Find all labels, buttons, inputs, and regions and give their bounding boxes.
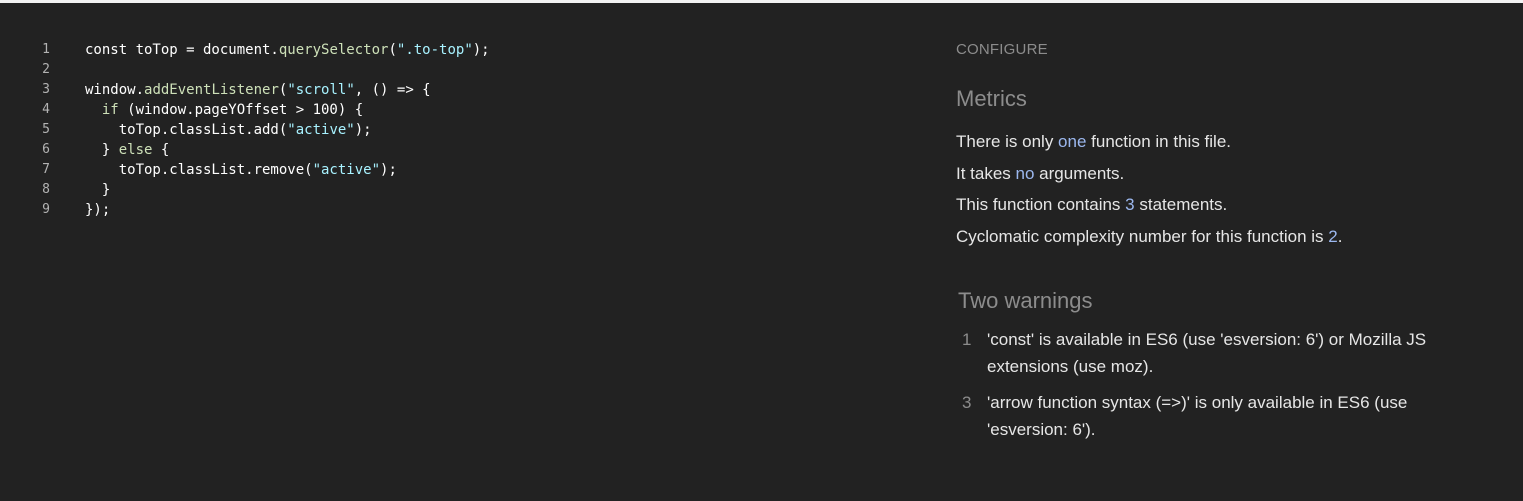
code-token: if [101, 102, 119, 118]
metric-text: It takes [956, 163, 1016, 183]
code-token: ".to-top" [396, 42, 473, 58]
code-content: } [85, 180, 110, 200]
code-token: ); [472, 42, 490, 58]
line-number: 8 [42, 182, 50, 197]
metrics-title: Metrics [956, 86, 1027, 111]
code-content: } else { [85, 140, 169, 160]
metric-value: one [1058, 132, 1087, 151]
metric-text: Cyclomatic complexity number for this fu… [956, 226, 1329, 246]
code-token: window. [85, 82, 145, 98]
metric-text: This function contains [956, 195, 1126, 214]
warnings-title: Two warnings [958, 288, 1093, 313]
metric-value: 2 [1328, 226, 1338, 246]
metric-value: 3 [1125, 195, 1135, 214]
code-token: "active" [287, 122, 355, 138]
code-token: toTop.classList.remove( [85, 162, 313, 178]
report-panel: CONFIGURE Metrics There is only one func… [956, 41, 1496, 452]
code-token: }); [85, 202, 111, 218]
code-token: else [118, 142, 153, 158]
code-token: querySelector [278, 42, 389, 58]
line-number: 4 [42, 102, 50, 117]
metric-text: statements. [1134, 195, 1228, 214]
code-content: toTop.classList.remove("active"); [85, 160, 397, 180]
code-token: const toTop = document. [85, 42, 279, 58]
code-line: 7 toTop.classList.remove("active"); [0, 160, 900, 180]
line-number: 6 [42, 142, 50, 157]
code-token: "active" [312, 162, 381, 178]
code-line: 8 } [0, 180, 900, 200]
code-line: 5 toTop.classList.add("active"); [0, 120, 900, 140]
warning-message: 'const' is available in ES6 (use 'esvers… [987, 330, 1427, 376]
code-line: 6 } else { [0, 140, 900, 160]
warning-line-number[interactable]: 3 [956, 389, 987, 443]
code-line: 4 if (window.pageYOffset > 100) { [0, 100, 900, 120]
metric-function-count: There is only one function in this file. [956, 126, 1496, 158]
code-token: } [85, 182, 111, 198]
metric-statements: This function contains 3 statements. [956, 189, 1496, 221]
code-editor[interactable]: 1 const toTop = document.querySelector("… [0, 40, 900, 220]
warning-line-number[interactable]: 1 [956, 326, 987, 380]
line-number: 7 [42, 162, 50, 177]
metric-text: . [1337, 226, 1343, 246]
warning-message: 'arrow function syntax (=>)' is only ava… [987, 393, 1408, 439]
code-line: 9 }); [0, 200, 900, 220]
code-content: toTop.classList.add("active"); [85, 120, 372, 140]
metric-cyclomatic-complexity: Cyclomatic complexity number for this fu… [956, 221, 1496, 253]
code-token: { [152, 142, 170, 158]
jshint-app: 1 const toTop = document.querySelector("… [0, 0, 1523, 501]
code-token: } [85, 142, 119, 158]
code-token: ); [380, 162, 397, 178]
code-content: const toTop = document.querySelector(".t… [85, 40, 490, 60]
code-content: }); [85, 200, 110, 220]
code-token: toTop.classList.add( [85, 122, 288, 138]
code-line: 2 [0, 60, 900, 80]
metric-text: arguments. [1034, 163, 1125, 183]
line-number: 9 [42, 202, 50, 217]
code-token: (window.pageYOffset > 100) { [118, 102, 364, 118]
code-content: if (window.pageYOffset > 100) { [85, 100, 363, 120]
code-token: "scroll" [287, 82, 355, 98]
code-token: ); [354, 122, 372, 138]
code-token: addEventListener [144, 82, 279, 98]
code-content: window.addEventListener("scroll", () => … [85, 80, 431, 100]
configure-link[interactable]: CONFIGURE [956, 41, 1048, 58]
warning-item[interactable]: 3 'arrow function syntax (=>)' is only a… [956, 389, 1496, 443]
line-number: 2 [42, 62, 50, 77]
code-token: ( [388, 42, 397, 58]
metric-arguments: It takes no arguments. [956, 158, 1496, 190]
warning-item[interactable]: 1 'const' is available in ES6 (use 'esve… [956, 326, 1496, 380]
line-number: 1 [42, 42, 50, 57]
line-number: 3 [42, 82, 50, 97]
metric-text: There is only [956, 132, 1059, 151]
code-token: , () => { [354, 82, 431, 98]
code-line: 1 const toTop = document.querySelector("… [0, 40, 900, 60]
line-number: 5 [42, 122, 50, 137]
metric-text: function in this file. [1086, 132, 1231, 151]
metric-value: no [1015, 163, 1035, 183]
code-line: 3 window.addEventListener("scroll", () =… [0, 80, 900, 100]
